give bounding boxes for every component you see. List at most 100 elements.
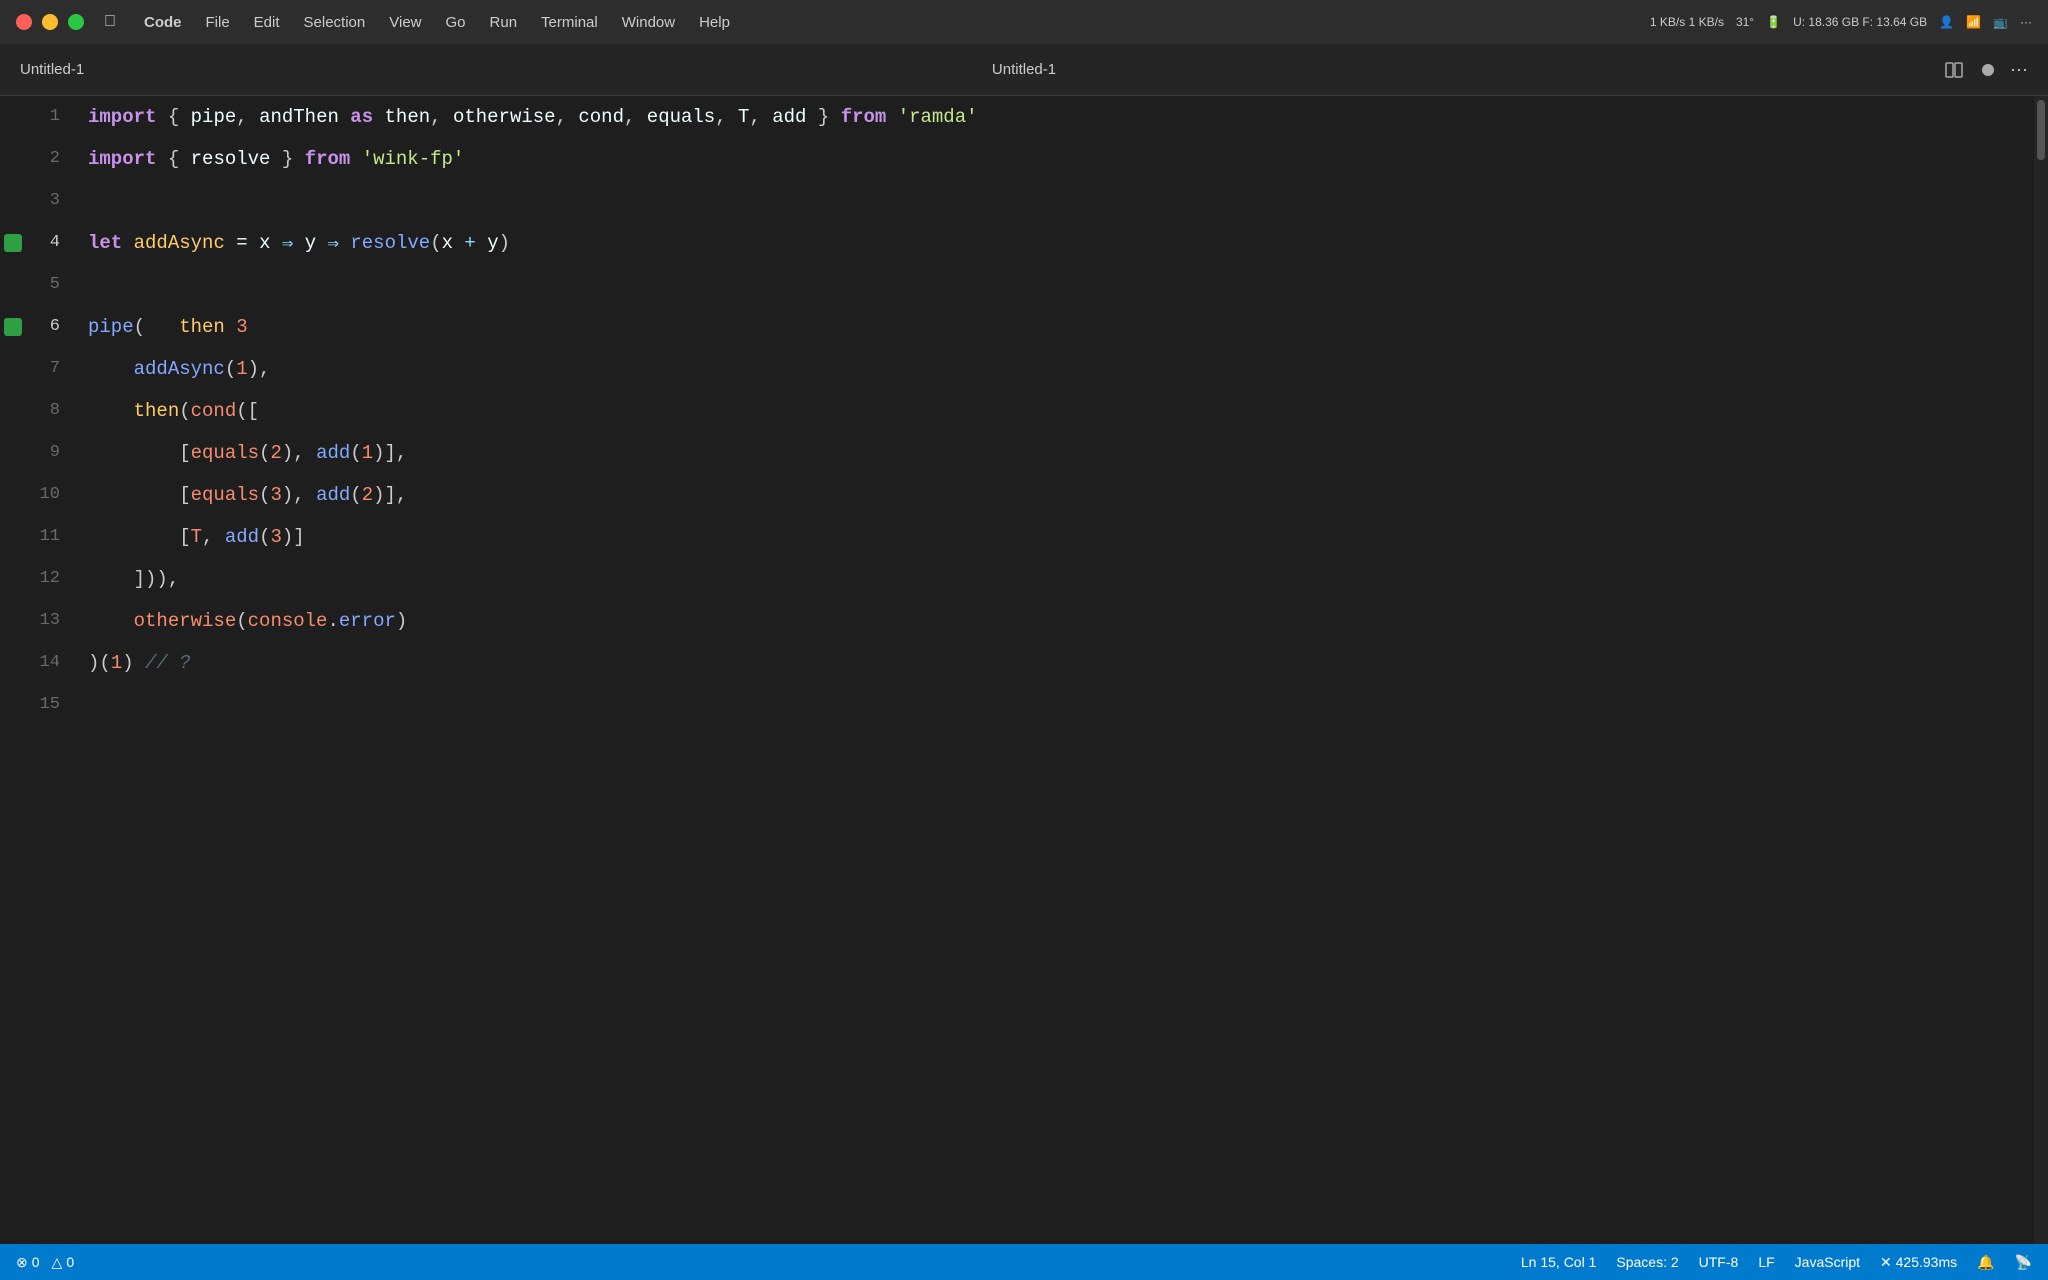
token: ( xyxy=(350,484,361,506)
token: pipe xyxy=(191,106,237,128)
line-gutter-9: 9 xyxy=(0,432,72,474)
table-row: 4 let addAsync = x ⇒ y ⇒ resolve(x + y) xyxy=(0,222,2048,264)
line-number-10: 10 xyxy=(40,474,60,516)
more-options-button[interactable]: ··· xyxy=(2010,59,2028,80)
tab-label[interactable]: Untitled-1 xyxy=(20,61,84,78)
line-number-7: 7 xyxy=(50,348,60,390)
token: )( xyxy=(88,652,111,674)
token: ( xyxy=(350,442,361,464)
line-gutter-14: 14 xyxy=(0,642,72,684)
token xyxy=(88,400,134,422)
token: , xyxy=(556,106,579,128)
line-number-1: 1 xyxy=(50,96,60,138)
menu-go[interactable]: Go xyxy=(436,10,476,35)
token: = xyxy=(225,232,259,254)
bell-icon[interactable]: 🔔 xyxy=(1977,1254,1994,1271)
line-number-12: 12 xyxy=(40,558,60,600)
line-gutter-12: 12 xyxy=(0,558,72,600)
encoding[interactable]: UTF-8 xyxy=(1699,1254,1739,1270)
token: ), xyxy=(248,358,271,380)
menu-bar-right: 1 KB/s 1 KB/s 31° 🔋 U: 18.36 GB F: 13.64… xyxy=(1650,15,2032,29)
broadcast-icon[interactable]: 📡 xyxy=(2015,1254,2032,1271)
menu-items: Code File Edit Selection View Go Run Ter… xyxy=(134,10,1650,35)
line-number-14: 14 xyxy=(40,642,60,684)
token: ( xyxy=(259,442,270,464)
menu-edit[interactable]: Edit xyxy=(244,10,290,35)
token: 2 xyxy=(270,442,281,464)
menu-file[interactable]: File xyxy=(196,10,240,35)
line-number-5: 5 xyxy=(50,264,60,306)
token: [ xyxy=(179,526,190,548)
cursor-position[interactable]: Ln 15, Col 1 xyxy=(1521,1254,1597,1270)
airplay-icon: 📺 xyxy=(1993,15,2008,29)
close-button[interactable] xyxy=(16,14,32,30)
storage-stats: U: 18.36 GB F: 13.64 GB xyxy=(1793,15,1927,29)
menu-view[interactable]: View xyxy=(379,10,431,35)
token: then xyxy=(385,106,431,128)
table-row: 9 [equals(2), add(1)], xyxy=(0,432,2048,474)
indentation[interactable]: Spaces: 2 xyxy=(1616,1254,1678,1270)
menu-run[interactable]: Run xyxy=(480,10,528,35)
token: ) xyxy=(396,610,407,632)
token: . xyxy=(327,610,338,632)
token: otherwise xyxy=(134,610,237,632)
more-icon[interactable]: ··· xyxy=(2020,15,2032,29)
code-editor[interactable]: 1 import { pipe, andThen as then, otherw… xyxy=(0,96,2048,1244)
errors-count[interactable]: ⊗ 0 △ 0 xyxy=(16,1254,74,1271)
token: [ xyxy=(179,484,190,506)
status-bar-right: Ln 15, Col 1 Spaces: 2 UTF-8 LF JavaScri… xyxy=(1521,1254,2032,1271)
apple-icon[interactable]:  xyxy=(104,13,116,31)
token: resolve xyxy=(191,148,271,170)
token: , xyxy=(430,106,453,128)
code-line-14: )(1) // ? xyxy=(72,642,191,684)
token: 'wink-fp' xyxy=(362,148,465,170)
menu-window[interactable]: Window xyxy=(612,10,685,35)
token: ) xyxy=(122,652,145,674)
maximize-button[interactable] xyxy=(68,14,84,30)
token: resolve xyxy=(350,232,430,254)
token: import xyxy=(88,106,156,128)
menu-code[interactable]: Code xyxy=(134,10,192,35)
timing: ✕ 425.93ms xyxy=(1880,1254,1957,1271)
token: addAsync xyxy=(134,232,225,254)
token: ) xyxy=(499,232,510,254)
token: , xyxy=(715,106,738,128)
table-row: 7 addAsync(1), xyxy=(0,348,2048,390)
table-row: 6 pipe( then 3 xyxy=(0,306,2048,348)
line-gutter-6: 6 xyxy=(0,306,72,348)
code-line-5 xyxy=(72,264,88,306)
token: ( xyxy=(259,526,270,548)
token xyxy=(88,358,134,380)
token: cond xyxy=(578,106,624,128)
line-gutter-13: 13 xyxy=(0,600,72,642)
line-number-2: 2 xyxy=(50,138,60,180)
warning-icon: △ xyxy=(52,1254,63,1271)
token xyxy=(88,568,134,590)
language-mode[interactable]: JavaScript xyxy=(1795,1254,1860,1270)
code-line-11: [T, add(3)] xyxy=(72,516,305,558)
token: ), xyxy=(282,442,316,464)
token: 3 xyxy=(236,316,247,338)
code-line-9: [equals(2), add(1)], xyxy=(72,432,407,474)
split-editor-icon[interactable] xyxy=(1942,58,1966,82)
scrollbar-thumb[interactable] xyxy=(2037,100,2045,160)
menu-terminal[interactable]: Terminal xyxy=(531,10,608,35)
token: T xyxy=(738,106,749,128)
token: addAsync xyxy=(134,358,225,380)
status-bar: ⊗ 0 △ 0 Ln 15, Col 1 Spaces: 2 UTF-8 LF … xyxy=(0,1244,2048,1280)
line-number-8: 8 xyxy=(50,390,60,432)
minimize-button[interactable] xyxy=(42,14,58,30)
token: )], xyxy=(373,442,407,464)
eol[interactable]: LF xyxy=(1758,1254,1774,1270)
token: { xyxy=(156,106,190,128)
token: then xyxy=(179,316,225,338)
profile-icon[interactable]: 👤 xyxy=(1939,15,1954,29)
token: 1 xyxy=(362,442,373,464)
token: equals xyxy=(191,442,259,464)
code-line-15 xyxy=(72,684,88,726)
menu-selection[interactable]: Selection xyxy=(294,10,376,35)
menu-help[interactable]: Help xyxy=(689,10,740,35)
line-number-4: 4 xyxy=(50,222,60,264)
vertical-scrollbar[interactable] xyxy=(2034,96,2048,1244)
code-line-8: then(cond([ xyxy=(72,390,259,432)
